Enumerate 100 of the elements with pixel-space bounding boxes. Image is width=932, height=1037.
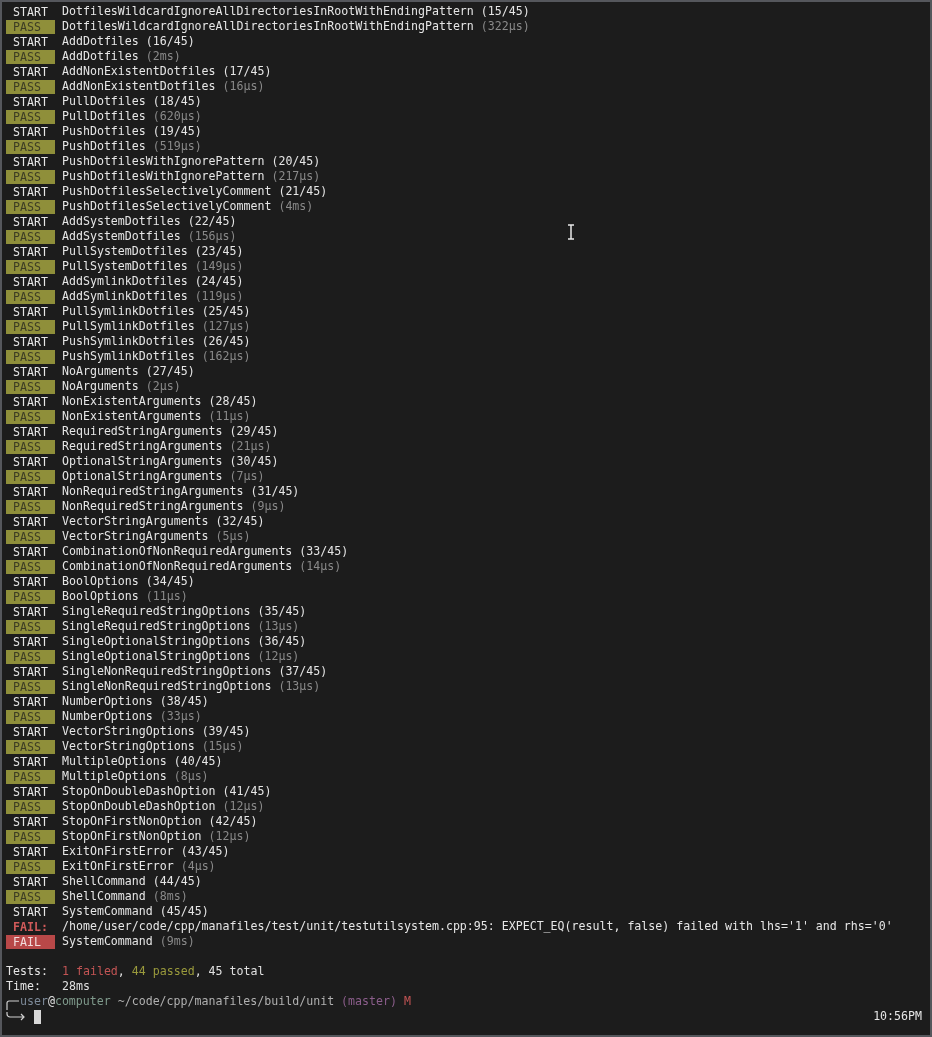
test-name: PushDotfilesWithIgnorePattern [62, 168, 265, 185]
status-label: START [12, 154, 49, 169]
test-detail: (2µs) [145, 377, 181, 395]
test-detail: (2ms) [145, 47, 181, 65]
status-badge: PASS [6, 259, 55, 274]
prompt-text: M [402, 992, 411, 1010]
test-name: ExitOnFirstError [62, 843, 174, 860]
test-detail: (9µs) [250, 497, 286, 515]
test-detail: (8ms) [152, 887, 188, 905]
status-label: START [12, 724, 49, 739]
test-detail: (27/45) [145, 363, 195, 380]
test-detail: (127µs) [201, 317, 251, 335]
test-name: PullSystemDotfiles [62, 243, 188, 260]
test-name: AddDotfiles [62, 33, 139, 50]
status-badge: PASS [6, 529, 55, 544]
test-detail: (22/45) [187, 213, 237, 230]
test-detail: (15µs) [201, 737, 244, 755]
test-name: NonRequiredStringArguments [62, 483, 244, 500]
test-detail: (17/45) [222, 62, 272, 80]
test-detail: (11µs) [145, 587, 188, 605]
test-name: DotfilesWildcardIgnoreAllDirectoriesInRootWithEndingPattern [62, 18, 474, 35]
test-name: PullSymlinkDotfiles [62, 303, 195, 320]
status-label: START [12, 574, 49, 589]
status-label: START [12, 784, 49, 799]
test-detail: (12µs) [222, 797, 265, 815]
status-badge: PASS [6, 619, 55, 634]
test-name: ExitOnFirstError [62, 857, 174, 875]
status-badge: PASS [6, 739, 55, 754]
status-label: START [12, 904, 49, 919]
status-badge: PASS [6, 169, 55, 184]
test-detail: (12µs) [257, 647, 300, 665]
test-name: AddNonExistentDotfiles [62, 62, 216, 80]
status-label: START [12, 124, 49, 139]
status-badge: PASS [6, 709, 55, 724]
summary-label: Time: [6, 977, 42, 995]
status-badge: PASS [6, 889, 55, 904]
test-detail: (4ms) [278, 197, 314, 215]
test-detail: (30/45) [229, 453, 279, 470]
test-name: AddSystemDotfiles [62, 228, 181, 245]
test-name: AddSystemDotfiles [62, 213, 181, 230]
status-label: START [12, 304, 49, 319]
status-badge: PASS [6, 649, 55, 664]
test-name: PullDotfiles [62, 92, 146, 110]
status-badge: PASS [6, 49, 55, 64]
status-label: START [12, 274, 49, 289]
test-name: ShellCommand [62, 872, 146, 890]
status-badge: PASS [6, 859, 55, 874]
test-detail: (8µs) [173, 767, 209, 785]
test-detail: (33/45) [299, 542, 349, 560]
status-label: START [12, 694, 49, 709]
summary-text: 28ms [62, 977, 90, 995]
test-name: SingleRequiredStringOptions [62, 618, 251, 635]
status-label: START [12, 814, 49, 829]
status-label: START [12, 334, 49, 349]
text-cursor [34, 1009, 41, 1024]
test-name: DotfilesWildcardIgnoreAllDirectoriesInRootWithEndingPattern [62, 2, 474, 20]
status-label: START [12, 874, 49, 889]
test-name: NonExistentArguments [62, 393, 202, 410]
test-detail: (26/45) [201, 333, 251, 350]
status-badge: FAIL [6, 934, 55, 949]
test-name: StopOnDoubleDashOption [62, 798, 216, 815]
test-detail: (44/45) [152, 873, 202, 890]
test-detail: (119µs) [194, 287, 244, 305]
test-name: PushSymlinkDotfiles [62, 348, 195, 365]
test-detail: (156µs) [187, 227, 237, 245]
status-label: START [12, 94, 49, 109]
status-badge: PASS [6, 289, 55, 304]
test-name: OptionalStringArguments [62, 453, 223, 470]
test-name: VectorStringArguments [62, 513, 209, 530]
status-label: START [12, 184, 49, 199]
status-badge: PASS [6, 19, 55, 34]
test-detail: (35/45) [257, 602, 307, 620]
status-badge: PASS [6, 799, 55, 814]
status-badge: PASS [6, 319, 55, 334]
test-name: MultipleOptions [62, 753, 167, 770]
test-name: StopOnDoubleDashOption [62, 783, 216, 800]
test-detail: (24/45) [194, 273, 244, 290]
prompt-text: computer [54, 992, 111, 1010]
test-name: BoolOptions [62, 573, 139, 590]
test-name: BoolOptions [62, 588, 139, 605]
test-detail: (37/45) [278, 663, 328, 680]
test-detail: (20/45) [271, 152, 321, 170]
test-name: SingleRequiredStringOptions [62, 603, 251, 620]
summary-text: 44 passed [131, 962, 195, 980]
test-name: PullSymlinkDotfiles [62, 318, 195, 335]
test-name: ShellCommand [62, 887, 146, 905]
test-name: RequiredStringArguments [62, 423, 223, 440]
test-name: NumberOptions [62, 693, 153, 710]
test-name: SingleOptionalStringOptions [62, 633, 251, 650]
test-detail: (322µs) [480, 17, 530, 35]
prompt-text: user [20, 992, 48, 1010]
test-detail: (23/45) [194, 243, 244, 260]
status-badge: PASS [6, 79, 55, 94]
test-name: VectorStringOptions [62, 723, 195, 740]
test-detail: (34/45) [145, 573, 195, 590]
test-name: AddSymlinkDotfiles [62, 288, 188, 305]
text-cursor-icon [567, 224, 575, 240]
status-label: START [12, 844, 49, 859]
status-label: START [12, 4, 49, 19]
test-name: NoArguments [62, 363, 139, 380]
